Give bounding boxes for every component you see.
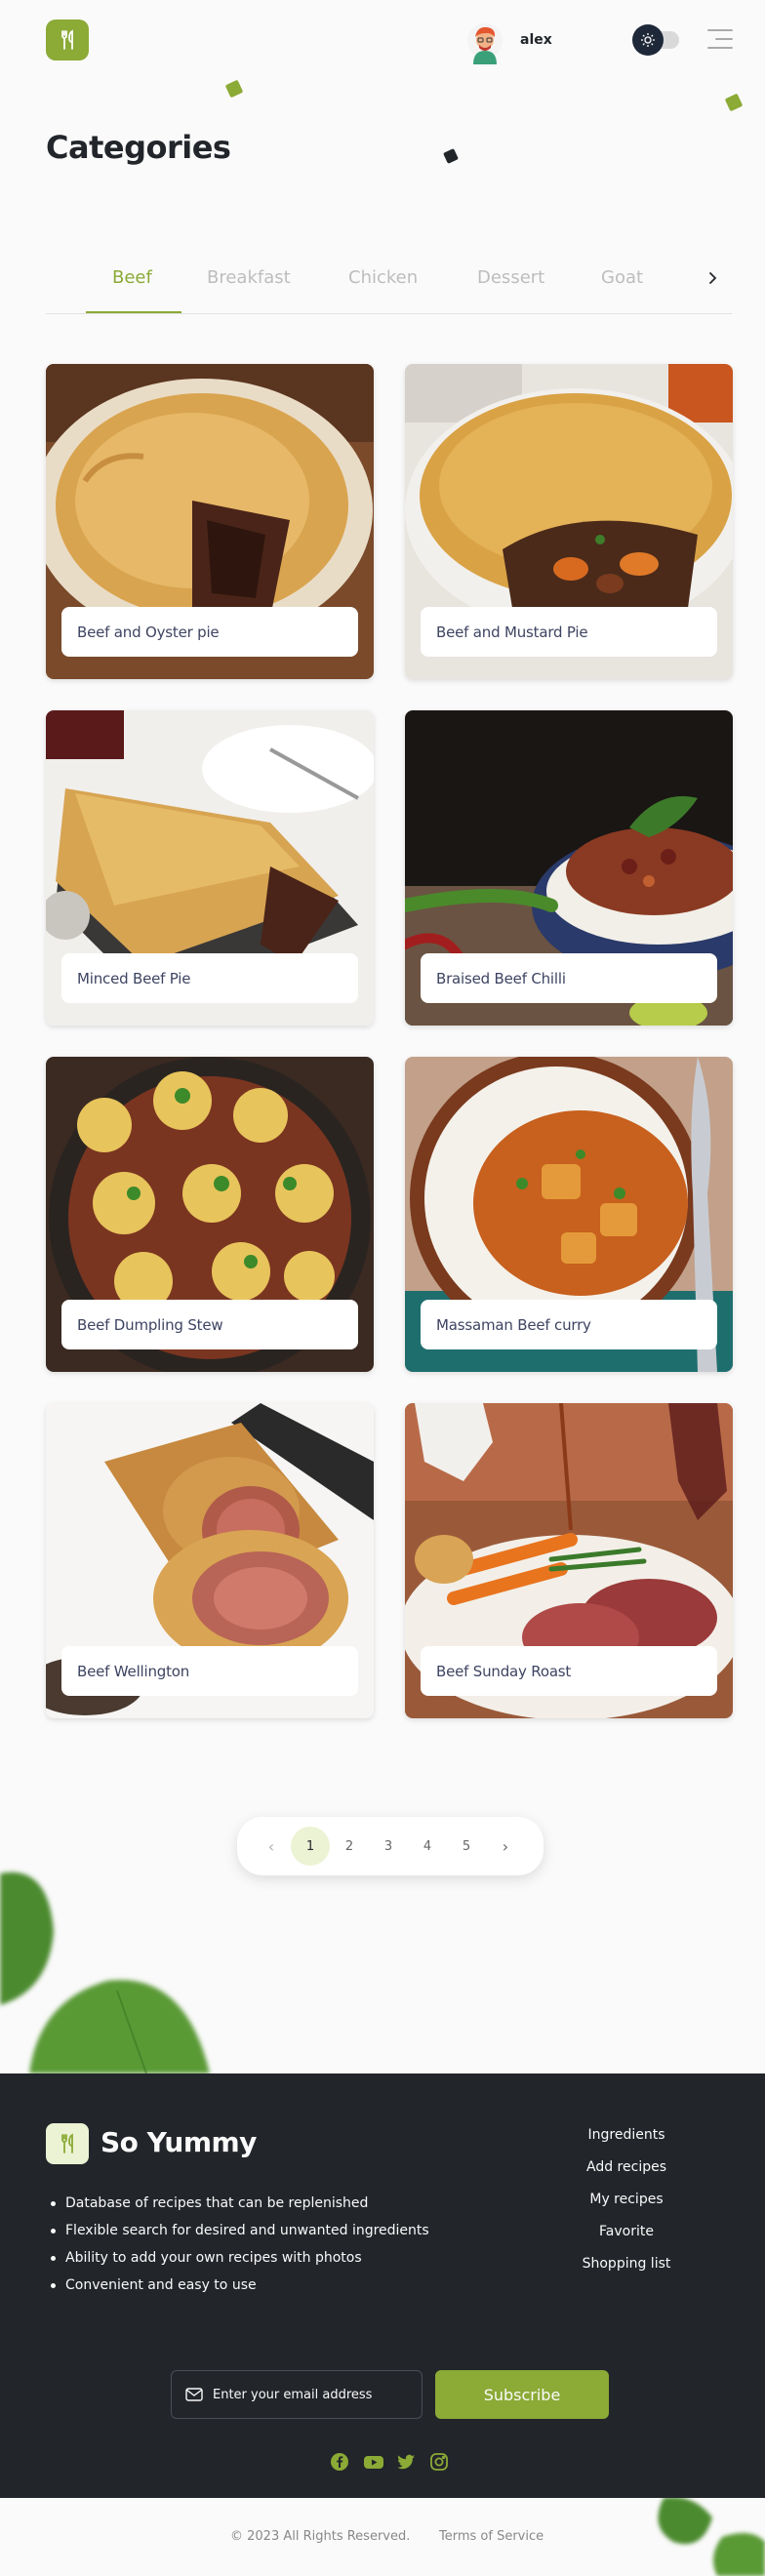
pagination: ‹ 1 2 3 4 5 › — [237, 1817, 544, 1875]
footer-link-add-recipes[interactable]: Add recipes — [546, 2152, 706, 2184]
social-links — [330, 2452, 451, 2472]
recipe-card-beef-dumpling-stew[interactable]: Beef Dumpling Stew — [46, 1057, 374, 1372]
recipe-title: Beef and Oyster pie — [61, 607, 358, 657]
feature-item: Ability to add your own recipes with pho… — [51, 2244, 429, 2272]
tab-breakfast[interactable]: Breakfast — [207, 267, 291, 288]
theme-toggle[interactable] — [632, 24, 681, 56]
feature-item: Flexible search for desired and unwanted… — [51, 2217, 429, 2244]
footer-link-favorite[interactable]: Favorite — [546, 2216, 706, 2248]
instagram-icon[interactable] — [429, 2452, 449, 2472]
recipe-title: Beef Dumpling Stew — [61, 1300, 358, 1349]
tab-dessert[interactable]: Dessert — [477, 267, 544, 288]
page-4[interactable]: 4 — [408, 1827, 447, 1866]
recipe-title: Beef and Mustard Pie — [421, 607, 717, 657]
footer-link-ingredients[interactable]: Ingredients — [546, 2119, 706, 2152]
recipe-card-beef-and-mustard-pie[interactable]: Beef and Mustard Pie — [405, 364, 733, 679]
sun-icon — [632, 24, 664, 56]
recipe-card-beef-wellington[interactable]: Beef Wellington — [46, 1403, 374, 1718]
logo[interactable] — [46, 20, 89, 60]
tab-chicken[interactable]: Chicken — [348, 267, 418, 288]
decor-leaves — [0, 1872, 210, 2073]
footer-nav: Ingredients Add recipes My recipes Favor… — [546, 2119, 706, 2280]
recipe-title: Massaman Beef curry — [421, 1300, 717, 1349]
fork-knife-icon — [61, 2133, 73, 2153]
youtube-icon[interactable] — [363, 2452, 383, 2472]
footer-logo[interactable] — [46, 2123, 89, 2164]
category-tabs: Beef Breakfast Chicken Dessert Goat — [46, 254, 732, 314]
decor-square-green — [724, 93, 744, 112]
burger-menu-icon[interactable] — [707, 27, 735, 53]
recipe-title: Braised Beef Chilli — [421, 953, 717, 1003]
footer-brand: So Yummy — [101, 2126, 257, 2158]
user-avatar[interactable] — [465, 21, 504, 64]
subscribe-button[interactable]: Subscribe — [435, 2370, 609, 2419]
decor-square-green — [224, 79, 244, 99]
pagination-prev[interactable]: ‹ — [252, 1827, 291, 1866]
recipe-title: Beef Sunday Roast — [421, 1646, 717, 1696]
recipe-card-minced-beef-pie[interactable]: Minced Beef Pie — [46, 710, 374, 1026]
recipe-card-beef-and-oyster-pie[interactable]: Beef and Oyster pie — [46, 364, 374, 679]
email-field-wrapper — [171, 2370, 423, 2419]
mail-icon — [185, 2388, 203, 2401]
recipe-card-massaman-beef-curry[interactable]: Massaman Beef curry — [405, 1057, 733, 1372]
page-3[interactable]: 3 — [369, 1827, 408, 1866]
facebook-icon[interactable] — [330, 2452, 349, 2472]
feature-item: Database of recipes that can be replenis… — [51, 2190, 429, 2217]
terms-link[interactable]: Terms of Service — [439, 2529, 544, 2544]
fork-knife-icon — [61, 29, 73, 50]
username[interactable]: alex — [520, 32, 552, 48]
email-input[interactable] — [213, 2387, 408, 2402]
twitter-icon[interactable] — [396, 2452, 416, 2472]
decor-square-dark — [443, 148, 459, 164]
active-tab-underline — [86, 311, 181, 313]
recipe-title: Minced Beef Pie — [61, 953, 358, 1003]
recipe-title: Beef Wellington — [61, 1646, 358, 1696]
page-5[interactable]: 5 — [447, 1827, 486, 1866]
decor-leaf — [658, 2498, 765, 2576]
footer: So Yummy Database of recipes that can be… — [0, 2073, 765, 2498]
pagination-next[interactable]: › — [486, 1827, 525, 1866]
page-2[interactable]: 2 — [330, 1827, 369, 1866]
page-title: Categories — [46, 129, 231, 166]
recipe-card-beef-sunday-roast[interactable]: Beef Sunday Roast — [405, 1403, 733, 1718]
chevron-right-icon[interactable] — [705, 267, 725, 289]
tab-goat[interactable]: Goat — [601, 267, 643, 288]
feature-item: Convenient and easy to use — [51, 2272, 429, 2299]
footer-link-my-recipes[interactable]: My recipes — [546, 2184, 706, 2216]
recipe-card-braised-beef-chilli[interactable]: Braised Beef Chilli — [405, 710, 733, 1026]
page-1[interactable]: 1 — [291, 1827, 330, 1866]
copyright: © 2023 All Rights Reserved. — [230, 2529, 411, 2544]
footer-link-shopping-list[interactable]: Shopping list — [546, 2248, 706, 2280]
feature-list: Database of recipes that can be replenis… — [51, 2190, 429, 2299]
tab-beef[interactable]: Beef — [112, 267, 152, 288]
